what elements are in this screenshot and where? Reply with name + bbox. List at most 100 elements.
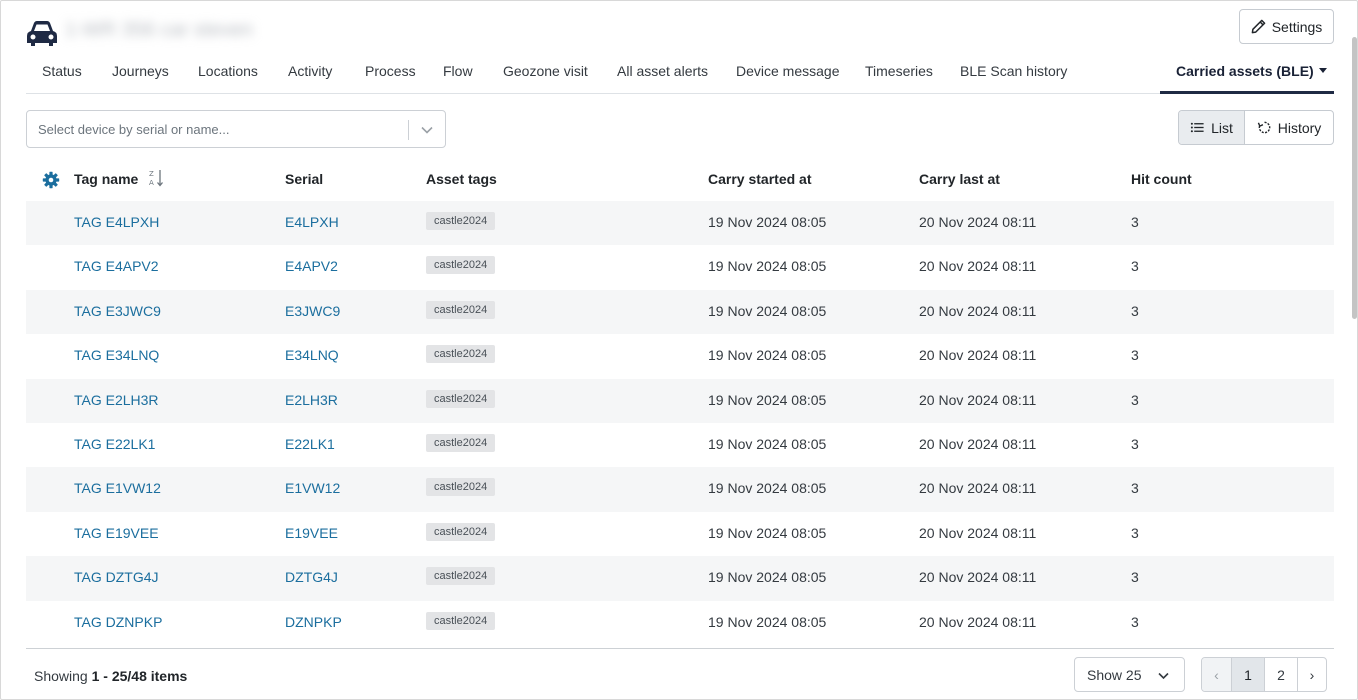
asset-tag-badge: castle2024 bbox=[426, 256, 496, 275]
hit-count: 3 bbox=[1131, 302, 1139, 319]
pagination-next-button[interactable]: › bbox=[1298, 658, 1326, 691]
scrollbar[interactable] bbox=[1352, 37, 1357, 319]
column-header-carry-last-at[interactable]: Carry last at bbox=[919, 171, 1000, 187]
serial-link[interactable]: E3JWC9 bbox=[285, 303, 340, 319]
tag-name-link[interactable]: TAG E19VEE bbox=[74, 525, 159, 541]
hit-count: 3 bbox=[1131, 569, 1139, 586]
asset-tag-badge: castle2024 bbox=[426, 212, 496, 230]
carry-last-at: 20 Nov 2024 08:11 bbox=[919, 480, 1037, 497]
asset-tag-badge: castle2024 bbox=[426, 434, 496, 452]
hit-count: 3 bbox=[1131, 258, 1139, 275]
items-summary-range: 1 - 25/48 items bbox=[91, 668, 188, 684]
serial-link[interactable]: E22LK1 bbox=[285, 436, 335, 452]
table-row: TAG E4APV2 E4APV2 castle2024 19 Nov 2024… bbox=[26, 245, 1334, 289]
serial-link[interactable]: E19VEE bbox=[285, 525, 338, 541]
tab-ble-scan-history[interactable]: BLE Scan history bbox=[960, 63, 1067, 79]
column-header-carry-started-at[interactable]: Carry started at bbox=[708, 171, 812, 187]
pagination-page-2[interactable]: 2 bbox=[1265, 658, 1298, 691]
carry-started-at: 19 Nov 2024 08:05 bbox=[708, 524, 827, 541]
hit-count: 3 bbox=[1131, 347, 1139, 364]
asset-tag-badge: castle2024 bbox=[426, 478, 496, 497]
tag-name-link[interactable]: TAG E4APV2 bbox=[74, 258, 159, 274]
list-view-label: List bbox=[1211, 119, 1233, 136]
tab-carried-assets-label: Carried assets (BLE) bbox=[1176, 63, 1314, 79]
chevron-down-icon bbox=[1158, 672, 1169, 680]
history-view-label: History bbox=[1277, 119, 1322, 136]
column-header-serial[interactable]: Serial bbox=[285, 171, 323, 187]
tab-geozone-visit[interactable]: Geozone visit bbox=[503, 63, 588, 79]
hit-count: 3 bbox=[1131, 391, 1139, 408]
carry-started-at: 19 Nov 2024 08:05 bbox=[708, 480, 827, 497]
hit-count: 3 bbox=[1131, 480, 1139, 497]
svg-text:A: A bbox=[149, 179, 154, 187]
device-select[interactable]: Select device by serial or name... bbox=[26, 110, 446, 148]
tab-all-asset-alerts[interactable]: All asset alerts bbox=[617, 63, 708, 79]
tab-activity[interactable]: Activity bbox=[288, 63, 332, 79]
gear-icon[interactable] bbox=[42, 171, 60, 189]
table-row: TAG E3JWC9 E3JWC9 castle2024 19 Nov 2024… bbox=[26, 289, 1334, 335]
carry-started-at: 19 Nov 2024 08:05 bbox=[708, 436, 827, 452]
carry-last-at: 20 Nov 2024 08:11 bbox=[919, 436, 1037, 452]
asset-tag-badge: castle2024 bbox=[426, 345, 496, 364]
items-summary-prefix: Showing bbox=[34, 668, 88, 684]
tag-name-link[interactable]: TAG DZNPKP bbox=[74, 614, 162, 630]
column-header-hit-count[interactable]: Hit count bbox=[1131, 171, 1192, 187]
serial-link[interactable]: DZNPKP bbox=[285, 614, 342, 630]
serial-link[interactable]: E34LNQ bbox=[285, 347, 339, 363]
pagination-page-1[interactable]: 1 bbox=[1232, 658, 1265, 691]
tag-name-link[interactable]: TAG E22LK1 bbox=[74, 436, 155, 452]
column-header-tag-name[interactable]: Tag name bbox=[74, 171, 138, 187]
carry-last-at: 20 Nov 2024 08:11 bbox=[919, 569, 1037, 586]
table-bottom-divider bbox=[26, 648, 1334, 649]
tag-name-link[interactable]: TAG DZTG4J bbox=[74, 569, 159, 585]
tag-name-link[interactable]: TAG E2LH3R bbox=[74, 392, 159, 408]
history-view-button[interactable]: History bbox=[1245, 111, 1333, 144]
column-header-asset-tags[interactable]: Asset tags bbox=[426, 171, 497, 187]
serial-link[interactable]: DZTG4J bbox=[285, 569, 338, 585]
active-tab-indicator bbox=[1160, 91, 1334, 94]
page-size-select[interactable]: Show 25 bbox=[1074, 657, 1185, 692]
table-row: TAG E19VEE E19VEE castle2024 19 Nov 2024… bbox=[26, 512, 1334, 556]
pagination-prev-button[interactable]: ‹ bbox=[1202, 658, 1232, 691]
tag-name-link[interactable]: TAG E3JWC9 bbox=[74, 303, 161, 319]
tab-locations[interactable]: Locations bbox=[198, 63, 258, 79]
asset-tag-badge: castle2024 bbox=[426, 611, 496, 630]
carry-last-at: 20 Nov 2024 08:11 bbox=[919, 302, 1037, 319]
tag-name-link[interactable]: TAG E4LPXH bbox=[74, 214, 159, 230]
select-separator bbox=[408, 120, 409, 140]
table-row: TAG E1VW12 E1VW12 castle2024 19 Nov 2024… bbox=[26, 467, 1334, 512]
carry-started-at: 19 Nov 2024 08:05 bbox=[708, 258, 827, 275]
tab-process[interactable]: Process bbox=[365, 63, 416, 79]
serial-link[interactable]: E4APV2 bbox=[285, 258, 338, 274]
settings-label: Settings bbox=[1271, 18, 1323, 35]
tag-name-link[interactable]: TAG E1VW12 bbox=[74, 480, 161, 496]
serial-link[interactable]: E2LH3R bbox=[285, 392, 338, 408]
device-select-placeholder: Select device by serial or name... bbox=[38, 122, 230, 137]
tag-name-link[interactable]: TAG E34LNQ bbox=[74, 347, 159, 363]
tab-flow[interactable]: Flow bbox=[443, 63, 473, 79]
sort-icon[interactable]: Z A bbox=[148, 168, 164, 188]
table-row: TAG E34LNQ E34LNQ castle2024 19 Nov 2024… bbox=[26, 334, 1334, 378]
carry-started-at: 19 Nov 2024 08:05 bbox=[708, 613, 827, 630]
carry-started-at: 19 Nov 2024 08:05 bbox=[708, 347, 827, 364]
serial-link[interactable]: E1VW12 bbox=[285, 480, 340, 496]
settings-button[interactable]: Settings bbox=[1239, 9, 1334, 44]
caret-down-icon bbox=[1318, 68, 1327, 73]
tab-journeys[interactable]: Journeys bbox=[112, 63, 169, 79]
table-row: TAG E4LPXH E4LPXH castle2024 19 Nov 2024… bbox=[26, 201, 1334, 246]
list-view-button[interactable]: List bbox=[1179, 111, 1245, 144]
chevron-down-icon[interactable] bbox=[420, 123, 434, 137]
carry-started-at: 19 Nov 2024 08:05 bbox=[708, 302, 827, 319]
carried-assets-panel: 1-WR 356 car steven Settings Status Jour… bbox=[0, 0, 1358, 700]
tab-status[interactable]: Status bbox=[42, 63, 82, 79]
carry-started-at: 19 Nov 2024 08:05 bbox=[708, 391, 827, 408]
serial-link[interactable]: E4LPXH bbox=[285, 214, 339, 230]
table-header: Tag name Z A Serial Asset tags Carry sta… bbox=[26, 159, 1334, 201]
table-row: TAG E22LK1 E22LK1 castle2024 19 Nov 2024… bbox=[26, 423, 1334, 467]
carry-last-at: 20 Nov 2024 08:11 bbox=[919, 613, 1037, 630]
asset-tag-badge: castle2024 bbox=[426, 522, 496, 541]
tab-timeseries[interactable]: Timeseries bbox=[865, 63, 933, 79]
tab-carried-assets-ble[interactable]: Carried assets (BLE) bbox=[1176, 63, 1327, 79]
history-icon bbox=[1257, 121, 1271, 134]
tab-device-message[interactable]: Device message bbox=[736, 63, 840, 79]
